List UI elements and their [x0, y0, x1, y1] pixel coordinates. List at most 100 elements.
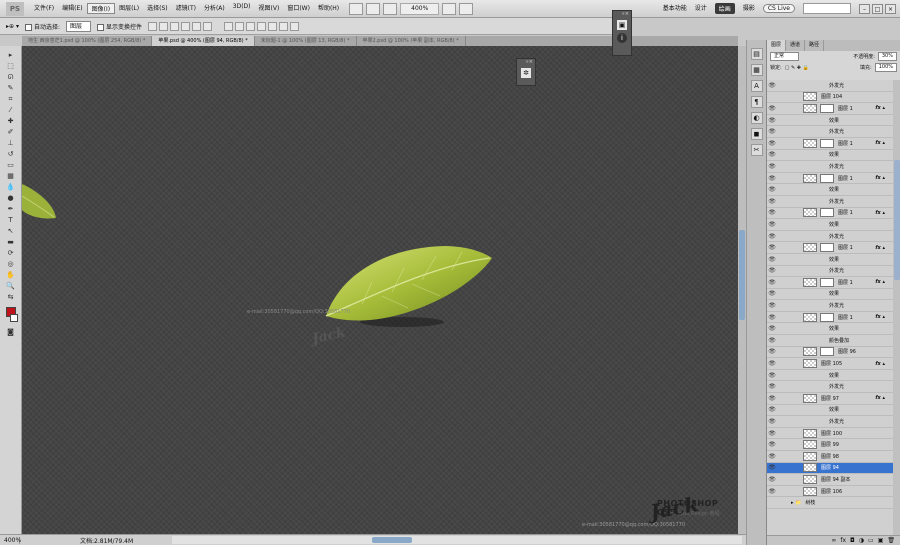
- canvas-vertical-scrollbar[interactable]: [738, 46, 746, 534]
- canvas-horizontal-scroll-thumb[interactable]: [372, 537, 412, 543]
- launch-bridge-button[interactable]: [349, 2, 364, 15]
- layer-effect-row[interactable]: 👁 效果: [767, 254, 893, 266]
- adjustment-layer-icon[interactable]: ◑: [859, 537, 864, 544]
- brush-tool-icon[interactable]: ✐: [4, 127, 18, 137]
- visibility-eye-icon[interactable]: 👁: [767, 406, 777, 413]
- paragraph-panel-icon[interactable]: ¶: [750, 96, 763, 108]
- mini-panel-controls-icon[interactable]: »×: [613, 11, 631, 17]
- layers-panel-tab-2[interactable]: 路径: [805, 40, 825, 51]
- visibility-eye-icon[interactable]: 👁: [767, 209, 777, 216]
- layer-mask-thumbnail[interactable]: [820, 312, 834, 322]
- visibility-eye-icon[interactable]: 👁: [767, 140, 777, 147]
- info-icon[interactable]: i: [617, 33, 627, 43]
- auto-select-type-select[interactable]: 图层: [66, 20, 92, 32]
- pen-tool-icon[interactable]: ✒: [4, 204, 18, 214]
- layer-row[interactable]: 👁 图层 1 fx ▴: [767, 138, 893, 150]
- visibility-eye-icon[interactable]: 👁: [767, 221, 777, 228]
- shape-tool-icon[interactable]: ▬: [4, 237, 18, 247]
- zoom-level-select[interactable]: 400%: [400, 2, 440, 15]
- maximize-icon[interactable]: □: [872, 3, 883, 14]
- opacity-input[interactable]: 30%: [877, 52, 897, 61]
- menu-item-2[interactable]: 图像(I): [86, 3, 116, 14]
- align-right-icon[interactable]: [203, 21, 213, 31]
- document-tab-3[interactable]: 苹果2.psd @ 100% (苹果 副本, RGB/8) *: [357, 36, 466, 46]
- menu-item-0[interactable]: 文件(F): [30, 3, 58, 14]
- layer-fx-icon[interactable]: fx ▴: [875, 395, 885, 401]
- layer-row[interactable]: 👁 图层 105 fx ▴: [767, 358, 893, 370]
- clone-stamp-tool-icon[interactable]: ⊥: [4, 138, 18, 148]
- layers-panel-tab-0[interactable]: 图层: [767, 40, 787, 51]
- layer-row[interactable]: 👁 图层 94 副本: [767, 474, 893, 486]
- align-bottom-icon[interactable]: [170, 21, 180, 31]
- move-tool-icon[interactable]: ▸: [4, 50, 18, 60]
- menu-item-3[interactable]: 图层(L): [115, 3, 143, 14]
- visibility-eye-icon[interactable]: 👁: [767, 105, 777, 112]
- background-color-swatch[interactable]: [9, 314, 18, 322]
- new-layer-icon[interactable]: ▣: [878, 537, 884, 544]
- distribute-right-icon[interactable]: [279, 21, 289, 31]
- dodge-tool-icon[interactable]: ●: [4, 193, 18, 203]
- eraser-tool-icon[interactable]: ▭: [4, 160, 18, 170]
- canvas-vertical-scroll-thumb[interactable]: [739, 230, 745, 320]
- layer-mask-thumbnail[interactable]: [820, 138, 834, 148]
- layer-effect-row[interactable]: 👁 外发光: [767, 126, 893, 138]
- document-tab-2[interactable]: 未标题-1 @ 100% (图层 13, RGB/8) *: [255, 36, 357, 46]
- crop-tool-icon[interactable]: ⌗: [4, 94, 18, 104]
- auto-select-checkbox[interactable]: [24, 23, 32, 31]
- visibility-eye-icon[interactable]: 👁: [767, 441, 777, 448]
- visibility-eye-icon[interactable]: 👁: [767, 163, 777, 170]
- menu-item-8[interactable]: 视图(V): [255, 3, 284, 14]
- layer-effect-row[interactable]: 👁 外发光: [767, 231, 893, 243]
- layer-fx-icon[interactable]: fx ▴: [875, 210, 885, 216]
- show-transform-checkbox[interactable]: [97, 23, 105, 31]
- layer-row[interactable]: 👁 图层 1 fx ▴: [767, 242, 893, 254]
- layers-scrollbar[interactable]: [893, 80, 900, 535]
- type-tool-icon[interactable]: T: [4, 215, 18, 225]
- distribute-left-icon[interactable]: [257, 21, 267, 31]
- visibility-eye-icon[interactable]: 👁: [767, 256, 777, 263]
- layer-effect-row[interactable]: 👁 效果: [767, 289, 893, 301]
- gradient-tool-icon[interactable]: ▦: [4, 171, 18, 181]
- layer-effect-row[interactable]: 👁 效果: [767, 184, 893, 196]
- mini-panel-controls-icon-2[interactable]: »×: [517, 59, 535, 65]
- align-hcenter-icon[interactable]: [192, 21, 202, 31]
- layer-mask-thumbnail[interactable]: [820, 173, 834, 183]
- visibility-eye-icon[interactable]: 👁: [767, 325, 777, 332]
- layer-row[interactable]: 👁 图层 1 fx ▴: [767, 208, 893, 220]
- visibility-eye-icon[interactable]: 👁: [767, 117, 777, 124]
- menu-item-5[interactable]: 滤镜(T): [172, 3, 200, 14]
- masks-panel-icon[interactable]: ◐: [750, 112, 763, 124]
- minimize-icon[interactable]: –: [859, 3, 870, 14]
- puppet-warp-icon[interactable]: ✲: [521, 68, 531, 78]
- menu-item-6[interactable]: 分析(A): [200, 3, 229, 14]
- visibility-eye-icon[interactable]: 👁: [767, 186, 777, 193]
- visibility-eye-icon[interactable]: 👁: [767, 453, 777, 460]
- visibility-eye-icon[interactable]: 👁: [767, 82, 777, 89]
- path-selection-tool-icon[interactable]: ↖: [4, 226, 18, 236]
- show-transform-option[interactable]: 显示变换控件: [97, 22, 142, 31]
- visibility-eye-icon[interactable]: 👁: [767, 128, 777, 135]
- workspace-2[interactable]: 绘画: [714, 3, 735, 14]
- layer-effect-row[interactable]: 👁 效果: [767, 115, 893, 127]
- layer-row[interactable]: 👁 图层 98: [767, 451, 893, 463]
- visibility-eye-icon[interactable]: 👁: [767, 348, 777, 355]
- launch-minibridge-button[interactable]: [366, 2, 381, 15]
- swap-colors-icon[interactable]: ⇆: [4, 292, 18, 302]
- view-extras-button[interactable]: [383, 2, 398, 15]
- visibility-eye-icon[interactable]: 👁: [767, 267, 777, 274]
- document-tab-0[interactable]: 地生 西京苍茫1.psd @ 100% (图层 254, RGB/8) *: [22, 36, 153, 46]
- menu-item-10[interactable]: 帮助(H): [314, 3, 343, 14]
- layer-fx-icon[interactable]: fx ▴: [875, 279, 885, 285]
- layer-effect-row[interactable]: 👁 外发光: [767, 161, 893, 173]
- visibility-eye-icon[interactable]: 👁: [767, 302, 777, 309]
- marquee-tool-icon[interactable]: ⬚: [4, 61, 18, 71]
- visibility-eye-icon[interactable]: 👁: [767, 151, 777, 158]
- layer-row[interactable]: 👁 图层 106: [767, 486, 893, 498]
- histogram-panel-icon[interactable]: ▤: [750, 48, 763, 60]
- color-panel-icon[interactable]: ▦: [750, 64, 763, 76]
- workspace-1[interactable]: 设计: [695, 3, 707, 14]
- layer-mask-thumbnail[interactable]: [820, 103, 834, 113]
- layers-scroll-thumb[interactable]: [894, 160, 900, 280]
- visibility-eye-icon[interactable]: 👁: [767, 395, 777, 402]
- tool-presets-panel-icon[interactable]: ✂: [750, 144, 763, 156]
